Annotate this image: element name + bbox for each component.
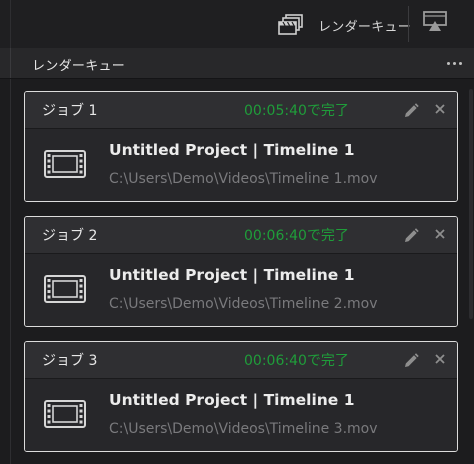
job-name: ジョブ 3 xyxy=(42,353,98,369)
more-options-button[interactable] xyxy=(442,53,466,73)
remove-job-button[interactable] xyxy=(432,351,448,367)
close-icon xyxy=(435,354,445,364)
pencil-icon xyxy=(405,103,419,117)
job-card-2[interactable]: ジョブ 2 00:06:40で完了 Untitled Project | Tim… xyxy=(24,216,458,327)
job-project-title: Untitled Project | Timeline 1 xyxy=(109,141,355,159)
job-name: ジョブ 2 xyxy=(42,228,98,244)
job-output-path: C:\Users\Demo\Videos\Timeline 2.mov xyxy=(109,296,378,312)
render-queue-panel-header: レンダーキュー xyxy=(0,48,474,79)
job-card-header: ジョブ 3 00:06:40で完了 xyxy=(25,342,457,379)
scrollbar[interactable] xyxy=(468,89,474,459)
remove-job-button[interactable] xyxy=(432,101,448,117)
display-output-button[interactable] xyxy=(420,10,450,38)
toolbar-divider xyxy=(408,6,409,42)
job-name: ジョブ 1 xyxy=(42,103,98,119)
close-icon xyxy=(435,104,445,114)
film-clip-icon xyxy=(43,272,87,306)
job-card-1[interactable]: ジョブ 1 00:05:40で完了 Untitled Project | Tim… xyxy=(24,91,458,202)
job-card-body: Untitled Project | Timeline 1 C:\Users\D… xyxy=(25,254,457,326)
edit-job-button[interactable] xyxy=(401,226,421,246)
render-queue-toggle-label: レンダーキュー xyxy=(318,19,412,35)
left-panel-edge xyxy=(0,0,11,48)
close-icon xyxy=(435,229,445,239)
job-project-title: Untitled Project | Timeline 1 xyxy=(109,266,355,284)
job-output-path: C:\Users\Demo\Videos\Timeline 1.mov xyxy=(109,171,378,187)
job-card-body: Untitled Project | Timeline 1 C:\Users\D… xyxy=(25,129,457,201)
job-status: 00:06:40で完了 xyxy=(244,228,349,244)
film-clip-icon xyxy=(43,397,87,431)
display-output-icon xyxy=(422,10,448,38)
film-clip-icon xyxy=(43,147,87,181)
edit-job-button[interactable] xyxy=(401,101,421,121)
pencil-icon xyxy=(405,228,419,242)
remove-job-button[interactable] xyxy=(432,226,448,242)
pencil-icon xyxy=(405,353,419,367)
left-panel-edge xyxy=(0,79,11,464)
job-project-title: Untitled Project | Timeline 1 xyxy=(109,391,355,409)
panel-title: レンダーキュー xyxy=(32,59,126,74)
scrollbar-thumb[interactable] xyxy=(469,89,473,319)
job-card-3[interactable]: ジョブ 3 00:06:40で完了 Untitled Project | Tim… xyxy=(24,341,458,452)
render-queue-icon xyxy=(276,13,306,37)
job-output-path: C:\Users\Demo\Videos\Timeline 3.mov xyxy=(109,421,378,437)
top-toolbar: レンダーキュー xyxy=(0,0,474,49)
job-status: 00:06:40で完了 xyxy=(244,353,349,369)
left-panel-edge xyxy=(0,48,11,78)
job-status: 00:05:40で完了 xyxy=(244,103,349,119)
job-card-body: Untitled Project | Timeline 1 C:\Users\D… xyxy=(25,379,457,451)
more-options-icon xyxy=(446,61,450,65)
job-card-header: ジョブ 2 00:06:40で完了 xyxy=(25,217,457,254)
job-card-header: ジョブ 1 00:05:40で完了 xyxy=(25,92,457,129)
render-queue-toggle-button[interactable]: レンダーキュー xyxy=(266,8,421,42)
edit-job-button[interactable] xyxy=(401,351,421,371)
